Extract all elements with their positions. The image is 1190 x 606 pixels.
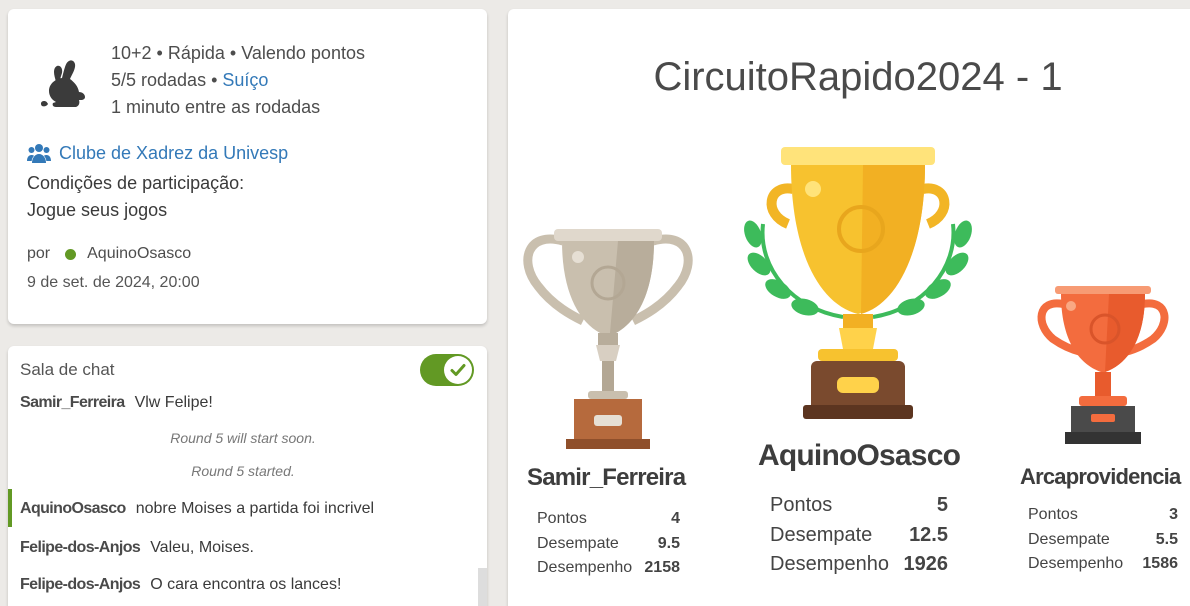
silver-trophy-icon [523,229,693,449]
chat-message: Felipe-dos-Anjos Valeu, Moises. [20,539,254,557]
system-message: Round 5 started. [191,463,295,479]
message-highlight [8,489,12,527]
round-interval: 1 minuto entre as rodadas [111,97,321,117]
stat-label: Desempate [537,534,619,552]
check-icon [450,364,466,376]
stat-value: 5.5 [1155,530,1178,548]
chat-scrollbar[interactable] [478,568,487,606]
created-by: por AquinoOsasco [27,245,191,263]
chat-toggle[interactable] [420,354,474,386]
chat-user[interactable]: Felipe-dos-Anjos [20,576,141,593]
team-name: Clube de Xadrez da Univesp [59,143,289,163]
second-place-stats: Pontos 4 Desempate 9.5 Desempenho 2158 [537,507,680,581]
toggle-knob [444,356,472,384]
chat-user[interactable]: Felipe-dos-Anjos [20,539,141,556]
stat-value: 1586 [1142,555,1178,572]
chat-title: Sala de chat [20,360,115,379]
rabbit-icon [40,60,85,107]
online-status-icon [65,248,77,260]
first-place-name[interactable]: AquinoOsasco [758,439,961,473]
bronze-trophy-icon [1037,286,1169,444]
stat-label: Desempenho [770,553,889,575]
chat-message: Felipe-dos-Anjos O cara encontra os lance… [20,576,341,594]
conditions-title: Condições de participação: [27,173,245,193]
conditions-value: Jogue seus jogos [27,200,168,220]
users-icon [27,144,51,163]
creator-link[interactable]: AquinoOsasco [87,245,191,263]
stat-label: Pontos [1028,506,1078,523]
tournament-title: CircuitoRapido2024 - 1 [653,55,1063,99]
stat-value: 2158 [644,559,680,576]
chat-text: Vlw Felipe! [134,394,213,411]
stat-value: 4 [671,510,680,527]
tournament-info-card: 10+2 • Rápida • Valendo pontos 5/5 rodad… [8,9,487,324]
first-place-stats: Pontos 5 Desempate 12.5 Desempenho 1926 [770,491,948,580]
stat-value: 12.5 [909,523,948,546]
stat-value: 1926 [903,553,949,575]
tournament-format: 10+2 • Rápida • Valendo pontos [111,43,365,63]
podium-panel: CircuitoRapido2024 - 1 Samir_Ferreira Po… [508,9,1190,606]
chat-text: Valeu, Moises. [150,539,254,556]
chat-message: Samir_Ferreira Vlw Felipe! [20,394,213,412]
by-label: por [27,245,51,262]
gold-trophy-icon [744,147,972,419]
team-link[interactable]: Clube de Xadrez da Univesp [27,141,288,165]
chat-panel: Sala de chat Samir_Ferreira Vlw Felipe! R… [8,346,487,606]
tournament-rounds: 5/5 rodadas • Suíço [111,69,268,91]
stat-label: Desempate [770,523,873,546]
third-place-name[interactable]: Arcaprovidencia [1020,464,1181,490]
third-place-stats: Pontos 3 Desempate 5.5 Desempenho 1586 [1028,503,1178,577]
stat-label: Pontos [770,494,833,516]
chat-user[interactable]: Samir_Ferreira [20,394,125,411]
stat-label: Desempenho [537,559,633,576]
stat-value: 9.5 [657,534,680,552]
chat-user[interactable]: AquinoOsasco [20,500,126,517]
chat-message: AquinoOsasco nobre Moises a partida foi i… [20,500,374,518]
rounds-text: 5/5 rodadas • [111,70,223,90]
chat-text: nobre Moises a partida foi incrivel [135,500,375,517]
system-link[interactable]: Suíço [222,70,268,90]
second-place-name[interactable]: Samir_Ferreira [527,464,686,492]
system-message: Round 5 will start soon. [170,430,316,446]
stat-label: Pontos [537,510,587,527]
chat-text: O cara encontra os lances! [150,576,342,593]
stat-value: 3 [1169,506,1178,523]
stat-value: 5 [936,494,948,516]
stat-label: Desempate [1028,530,1110,548]
tournament-date: 9 de set. de 2024, 20:00 [27,274,200,291]
stat-label: Desempenho [1028,555,1124,572]
